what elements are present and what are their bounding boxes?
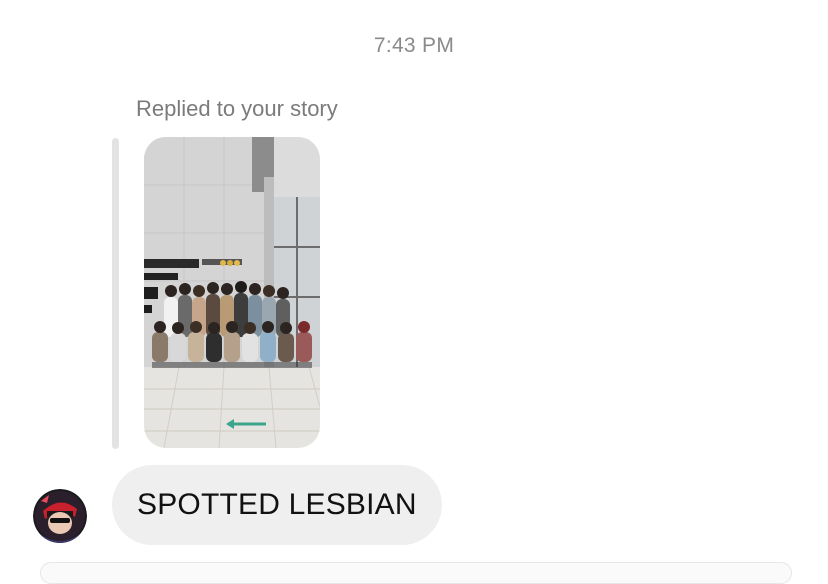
avatar-image [33, 489, 87, 543]
sender-avatar[interactable] [33, 489, 87, 543]
story-thumbnail[interactable] [144, 137, 320, 448]
message-bubble[interactable]: SPOTTED LESBIAN [112, 465, 442, 545]
message-composer[interactable] [40, 562, 792, 584]
message-timestamp: 7:43 PM [373, 34, 455, 57]
story-photo [144, 137, 320, 448]
reply-indicator-bar [112, 138, 119, 449]
story-reply-label: Replied to your story [136, 96, 338, 121]
